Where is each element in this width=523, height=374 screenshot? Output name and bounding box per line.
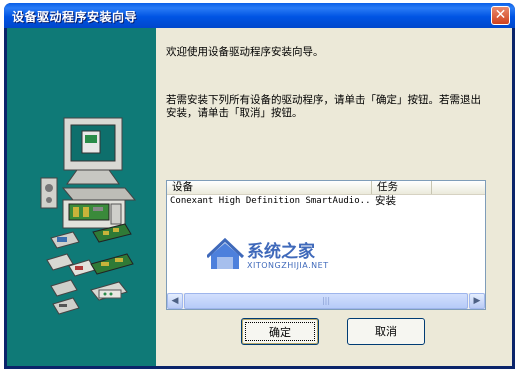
speaker-icon <box>40 177 58 209</box>
house-logo-icon <box>205 237 245 269</box>
horizontal-scrollbar[interactable]: ◀ ||| ▶ <box>167 293 485 309</box>
chevron-right-icon: ▶ <box>473 296 481 306</box>
watermark: 系统之家 XITONGZHIJIA.NET <box>205 233 407 284</box>
table-row[interactable]: Conexant High Definition SmartAudio... 安… <box>167 195 485 208</box>
wizard-side-panel <box>7 28 156 366</box>
scrollbar-thumb[interactable]: ||| <box>184 293 468 309</box>
column-header-filler <box>432 181 485 194</box>
welcome-text: 欢迎使用设备驱动程序安装向导。 <box>166 46 324 58</box>
grip-icon: ||| <box>321 296 331 305</box>
device-list[interactable]: 设备 任务 Conexant High Definition SmartAudi… <box>166 180 486 310</box>
drive-icon <box>50 279 80 315</box>
column-header-task[interactable]: 任务 <box>372 181 432 194</box>
scroll-right-button[interactable]: ▶ <box>469 293 485 309</box>
device-name-cell: Conexant High Definition SmartAudio... <box>170 196 372 206</box>
ok-button-label: 确定 <box>245 322 315 341</box>
floppy-disk-icon <box>46 253 96 277</box>
monitor-icon <box>63 117 123 185</box>
hardware-illustration <box>40 117 137 315</box>
dialog-body: 欢迎使用设备驱动程序安装向导。 若需安装下列所有设备的驱动程序，请单击「确定」按… <box>7 28 512 366</box>
computer-case-icon <box>61 187 137 229</box>
column-header-device[interactable]: 设备 <box>167 181 372 194</box>
installer-window: 设备驱动程序安装向导 ✕ 欢迎使用设备驱动程序安装向导。 若需安装下列所有设备的… <box>4 3 515 369</box>
window-title: 设备驱动程序安装向导 <box>12 10 138 24</box>
instruction-text: 若需安装下列所有设备的驱动程序，请单击「确定」按钮。若需退出安装，请单击「取消」… <box>166 94 481 119</box>
task-cell: 安装 <box>375 195 396 207</box>
device-list-header: 设备 任务 <box>167 181 485 195</box>
cancel-button[interactable]: 取消 <box>347 318 425 345</box>
ok-button[interactable]: 确定 <box>241 318 319 345</box>
close-button[interactable]: ✕ <box>491 6 510 25</box>
watermark-logo: 系统之家 XITONGZHIJIA.NET <box>205 237 329 270</box>
watermark-url: XITONGZHIJIA.NET <box>247 261 329 270</box>
close-icon: ✕ <box>494 7 507 23</box>
scroll-left-button[interactable]: ◀ <box>167 293 183 309</box>
wizard-content: 欢迎使用设备驱动程序安装向导。 若需安装下列所有设备的驱动程序，请单击「确定」按… <box>156 28 512 366</box>
scrollbar-track[interactable]: ||| <box>183 293 469 309</box>
chevron-left-icon: ◀ <box>171 296 179 306</box>
title-bar[interactable]: 设备驱动程序安装向导 ✕ <box>4 3 515 28</box>
modem-icon <box>90 281 128 301</box>
network-card-icon <box>90 253 134 275</box>
watermark-brand: 系统之家 <box>247 241 315 262</box>
